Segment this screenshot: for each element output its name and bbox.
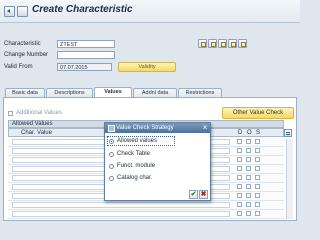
valid-from-field[interactable]: 07.07.2015 (57, 63, 112, 71)
column-s[interactable]: S (256, 129, 260, 137)
option-funct-module-label: Funct. module (117, 163, 156, 169)
row-checkbox[interactable] (255, 157, 260, 162)
additional-values-checkbox[interactable] (8, 111, 13, 116)
char-value-cell[interactable] (12, 211, 230, 217)
row-checkbox[interactable] (255, 139, 260, 144)
radio-allowed-values[interactable] (109, 139, 114, 144)
option-check-table-label: Check Table (117, 151, 150, 157)
radio-check-table[interactable] (109, 152, 114, 157)
close-icon[interactable]: × (201, 123, 209, 133)
row-checkbox[interactable] (246, 193, 251, 198)
cancel-button[interactable]: ✖ (199, 190, 208, 199)
additional-values-label: Additional Values (16, 110, 62, 116)
row-checkbox[interactable] (246, 175, 251, 180)
option-catalog-char-label: Catalog char. (117, 175, 153, 181)
row-checkbox[interactable] (246, 184, 251, 189)
row-checkbox[interactable] (246, 166, 251, 171)
print-icon[interactable] (238, 39, 247, 48)
copy-icon[interactable] (208, 39, 217, 48)
valid-from-label: Valid From (4, 64, 33, 70)
change-number-field[interactable] (57, 51, 115, 59)
row-checkbox[interactable] (246, 148, 251, 153)
characteristic-label: Characteristic (4, 41, 41, 47)
row-checkbox[interactable] (237, 148, 242, 153)
radio-catalog-char[interactable] (109, 176, 114, 181)
row-checkbox[interactable] (255, 184, 260, 189)
document-icon[interactable] (228, 39, 237, 48)
row-checkbox[interactable] (255, 175, 260, 180)
column-d[interactable]: D (238, 129, 242, 137)
row-checkbox[interactable] (237, 184, 242, 189)
option-allowed-values-label: Allowed values (117, 138, 158, 144)
back-icon[interactable] (4, 6, 15, 17)
other-value-check-button[interactable]: Other Value Check (222, 107, 294, 119)
column-char-value[interactable]: Char. Value (21, 129, 52, 137)
display-change-icon[interactable] (17, 6, 28, 17)
edit-icon[interactable] (198, 39, 207, 48)
table-scrollbar[interactable] (286, 139, 293, 219)
radio-funct-module[interactable] (109, 164, 114, 169)
row-checkbox[interactable] (255, 166, 260, 171)
table-row[interactable] (8, 201, 284, 210)
row-checkbox[interactable] (255, 193, 260, 198)
column-o[interactable]: O (247, 129, 252, 137)
table-row[interactable] (8, 210, 284, 219)
details-icon[interactable] (218, 39, 227, 48)
row-checkbox[interactable] (246, 202, 251, 207)
validity-button[interactable]: Validity (118, 62, 176, 72)
row-checkbox[interactable] (246, 157, 251, 162)
row-checkbox[interactable] (246, 211, 251, 216)
row-checkbox[interactable] (246, 139, 251, 144)
row-checkbox[interactable] (237, 202, 242, 207)
row-checkbox[interactable] (237, 166, 242, 171)
page-title: Create Characteristic (32, 4, 133, 15)
row-checkbox[interactable] (237, 139, 242, 144)
row-checkbox[interactable] (237, 175, 242, 180)
row-checkbox[interactable] (237, 193, 242, 198)
confirm-button[interactable]: ✔ (189, 190, 198, 199)
row-checkbox[interactable] (237, 211, 242, 216)
change-number-label: Change Number (4, 52, 49, 58)
value-check-strategy-dialog: Value Check Strategy × Allowed values Ch… (104, 122, 211, 201)
dialog-window-icon (108, 125, 115, 132)
table-settings-icon[interactable] (284, 129, 292, 137)
row-checkbox[interactable] (255, 202, 260, 207)
char-value-cell[interactable] (12, 202, 230, 208)
dialog-title-bar[interactable]: Value Check Strategy × (105, 123, 210, 133)
row-checkbox[interactable] (255, 148, 260, 153)
row-checkbox[interactable] (255, 211, 260, 216)
dialog-title: Value Check Strategy (116, 125, 174, 131)
row-checkbox[interactable] (237, 157, 242, 162)
characteristic-field[interactable]: ZTEST (57, 40, 115, 48)
